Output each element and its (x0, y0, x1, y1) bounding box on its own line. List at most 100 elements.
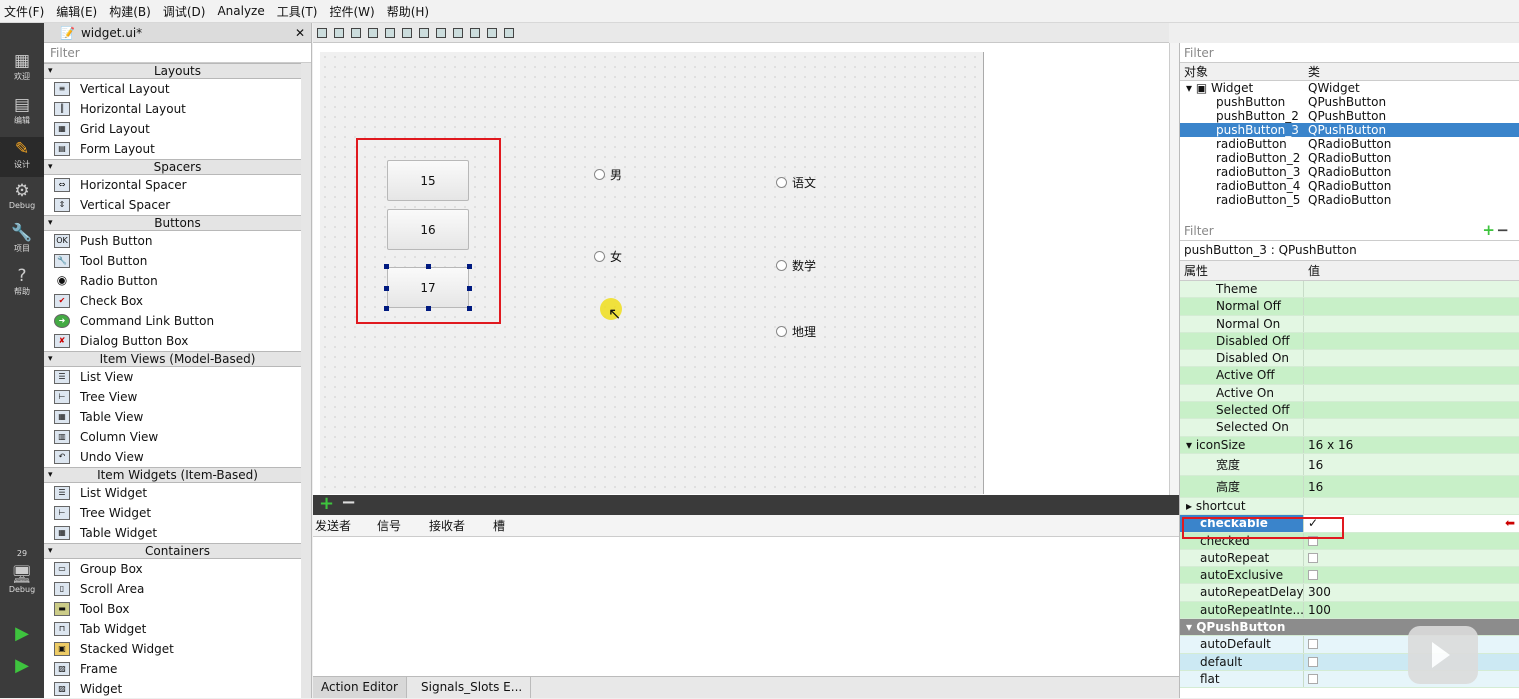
widget-item[interactable]: ▯ Scroll Area (44, 579, 311, 599)
property-row[interactable]: Disabled On (1180, 350, 1519, 368)
property-row[interactable]: 宽度 16 (1180, 453, 1519, 476)
widget-item[interactable]: ▨ Frame (44, 659, 311, 679)
close-icon[interactable]: ✕ (295, 26, 305, 40)
mode-design[interactable]: ✎ 设计 (0, 137, 44, 177)
expand-arrow-icon[interactable]: ▾ (1186, 81, 1196, 95)
property-row[interactable]: 高度 16 (1180, 475, 1519, 498)
object-row[interactable]: radioButton_3 QRadioButton (1180, 165, 1519, 179)
file-tab-title[interactable]: widget.ui* (81, 26, 142, 40)
radio-female[interactable]: 女 (594, 248, 622, 265)
layout-vertical-icon[interactable] (402, 27, 412, 38)
edit-tab-order-icon[interactable] (368, 27, 378, 38)
widget-item[interactable]: ≡ Vertical Layout (44, 79, 311, 99)
edit-signals-icon[interactable] (334, 27, 344, 38)
object-row[interactable]: pushButton_2 QPushButton (1180, 109, 1519, 123)
widget-item[interactable]: ⊢ Tree Widget (44, 503, 311, 523)
mode-edit[interactable]: ▤ 编辑 (0, 95, 44, 126)
mode-projects[interactable]: 🔧 项目 (0, 223, 44, 254)
mode-welcome[interactable]: ▦ 欢迎 (0, 51, 44, 82)
canvas-scrollbar[interactable] (1169, 43, 1179, 495)
category-layouts[interactable]: Layouts (44, 63, 311, 79)
run-icon[interactable]: ▶ (0, 623, 44, 644)
widget-item[interactable]: ☰ List Widget (44, 483, 311, 503)
menu-controls[interactable]: 控件(W) (329, 3, 374, 20)
property-row[interactable]: autoExclusive (1180, 567, 1519, 585)
layout-grid-icon[interactable] (470, 27, 480, 38)
adjust-size-icon[interactable] (504, 27, 514, 38)
layout-vsplitter-icon[interactable] (436, 27, 446, 38)
property-row[interactable]: Active Off (1180, 367, 1519, 385)
radio-math[interactable]: 数学 (776, 257, 816, 274)
radio-geography[interactable]: 地理 (776, 323, 816, 340)
property-row[interactable]: autoRepeat (1180, 549, 1519, 568)
object-row[interactable]: radioButton QRadioButton (1180, 137, 1519, 151)
widget-item[interactable]: ▬ Tool Box (44, 599, 311, 619)
property-row[interactable]: Normal Off (1180, 298, 1519, 316)
auto-default-checkbox[interactable] (1308, 639, 1318, 650)
category-item-widgets[interactable]: Item Widgets (Item-Based) (44, 467, 311, 483)
menu-tools[interactable]: 工具(T) (277, 3, 318, 20)
break-layout-icon[interactable] (487, 27, 497, 38)
auto-exclusive-checkbox[interactable] (1308, 570, 1318, 581)
layout-form-icon[interactable] (453, 27, 463, 38)
property-row[interactable]: Selected On (1180, 419, 1519, 437)
radio-male[interactable]: 男 (594, 166, 622, 183)
widget-item[interactable]: ⊢ Tree View (44, 387, 311, 407)
widget-item[interactable]: ◉ Radio Button (44, 271, 311, 291)
category-containers[interactable]: Containers (44, 543, 311, 559)
property-row[interactable]: Normal On (1180, 315, 1519, 333)
tab-signals-slots[interactable]: Signals_Slots E... (413, 677, 532, 698)
category-item-views[interactable]: Item Views (Model-Based) (44, 351, 311, 367)
menu-file[interactable]: 文件(F) (4, 3, 44, 20)
auto-repeat-checkbox[interactable] (1308, 552, 1318, 563)
edit-buddies-icon[interactable] (351, 27, 361, 38)
widget-filter-input[interactable]: Filter (44, 43, 311, 63)
radio-chinese[interactable]: 语文 (776, 174, 816, 191)
widget-item[interactable]: ║ Horizontal Layout (44, 99, 311, 119)
col-receiver[interactable]: 接收者 (429, 517, 493, 534)
signal-table-body[interactable] (313, 537, 1179, 676)
widget-item[interactable]: ▨ Widget (44, 679, 311, 699)
property-row-iconsize[interactable]: ▾ iconSize 16 x 16 (1180, 436, 1519, 454)
property-row-shortcut[interactable]: ▸ shortcut (1180, 497, 1519, 516)
flat-checkbox[interactable] (1308, 673, 1318, 684)
widget-item[interactable]: ⇔ Horizontal Spacer (44, 175, 311, 195)
kit-selector[interactable]: 🖥 Debug (0, 565, 44, 594)
widget-item[interactable]: ✔ Check Box (44, 291, 311, 311)
object-root-row[interactable]: ▾ ▣ Widget QWidget (1180, 81, 1519, 95)
property-row[interactable]: Selected Off (1180, 402, 1519, 420)
widget-item[interactable]: ▥ Column View (44, 427, 311, 447)
layout-hsplitter-icon[interactable] (419, 27, 429, 38)
category-spacers[interactable]: Spacers (44, 159, 311, 175)
col-signal[interactable]: 信号 (377, 517, 429, 534)
col-slot[interactable]: 槽 (493, 517, 553, 534)
menu-analyze[interactable]: Analyze (217, 4, 264, 18)
edit-widgets-icon[interactable] (317, 27, 327, 38)
expand-arrow-icon[interactable]: ▸ (1186, 499, 1196, 513)
debug-run-icon[interactable]: ▶ (0, 655, 44, 676)
widget-item[interactable]: ▦ Grid Layout (44, 119, 311, 139)
menu-help[interactable]: 帮助(H) (387, 3, 429, 20)
category-buttons[interactable]: Buttons (44, 215, 311, 231)
default-checkbox[interactable] (1308, 656, 1318, 667)
object-row-selected[interactable]: pushButton_3 QPushButton (1180, 123, 1519, 137)
add-property-icon[interactable]: + (1482, 221, 1495, 239)
expand-arrow-icon[interactable]: ▾ (1186, 438, 1196, 452)
widget-item[interactable]: ▦ Table View (44, 407, 311, 427)
widget-item[interactable]: ✘ Dialog Button Box (44, 331, 311, 351)
widget-item[interactable]: ➜ Command Link Button (44, 311, 311, 331)
property-row[interactable]: Disabled Off (1180, 332, 1519, 351)
property-row[interactable]: Theme (1180, 281, 1519, 299)
mode-help[interactable]: ? 帮助 (0, 266, 44, 297)
widget-item[interactable]: ↶ Undo View (44, 447, 311, 467)
widget-item[interactable]: ▭ Group Box (44, 559, 311, 579)
object-row[interactable]: radioButton_4 QRadioButton (1180, 179, 1519, 193)
widget-item[interactable]: ▤ Form Layout (44, 139, 311, 159)
widget-item[interactable]: ☰ List View (44, 367, 311, 387)
object-row[interactable]: radioButton_2 QRadioButton (1180, 151, 1519, 165)
menu-edit[interactable]: 编辑(E) (56, 3, 97, 20)
object-row[interactable]: pushButton QPushButton (1180, 95, 1519, 109)
widget-item[interactable]: OK Push Button (44, 231, 311, 251)
tab-action-editor[interactable]: Action Editor (313, 677, 407, 698)
object-filter-input[interactable]: Filter (1180, 43, 1519, 63)
